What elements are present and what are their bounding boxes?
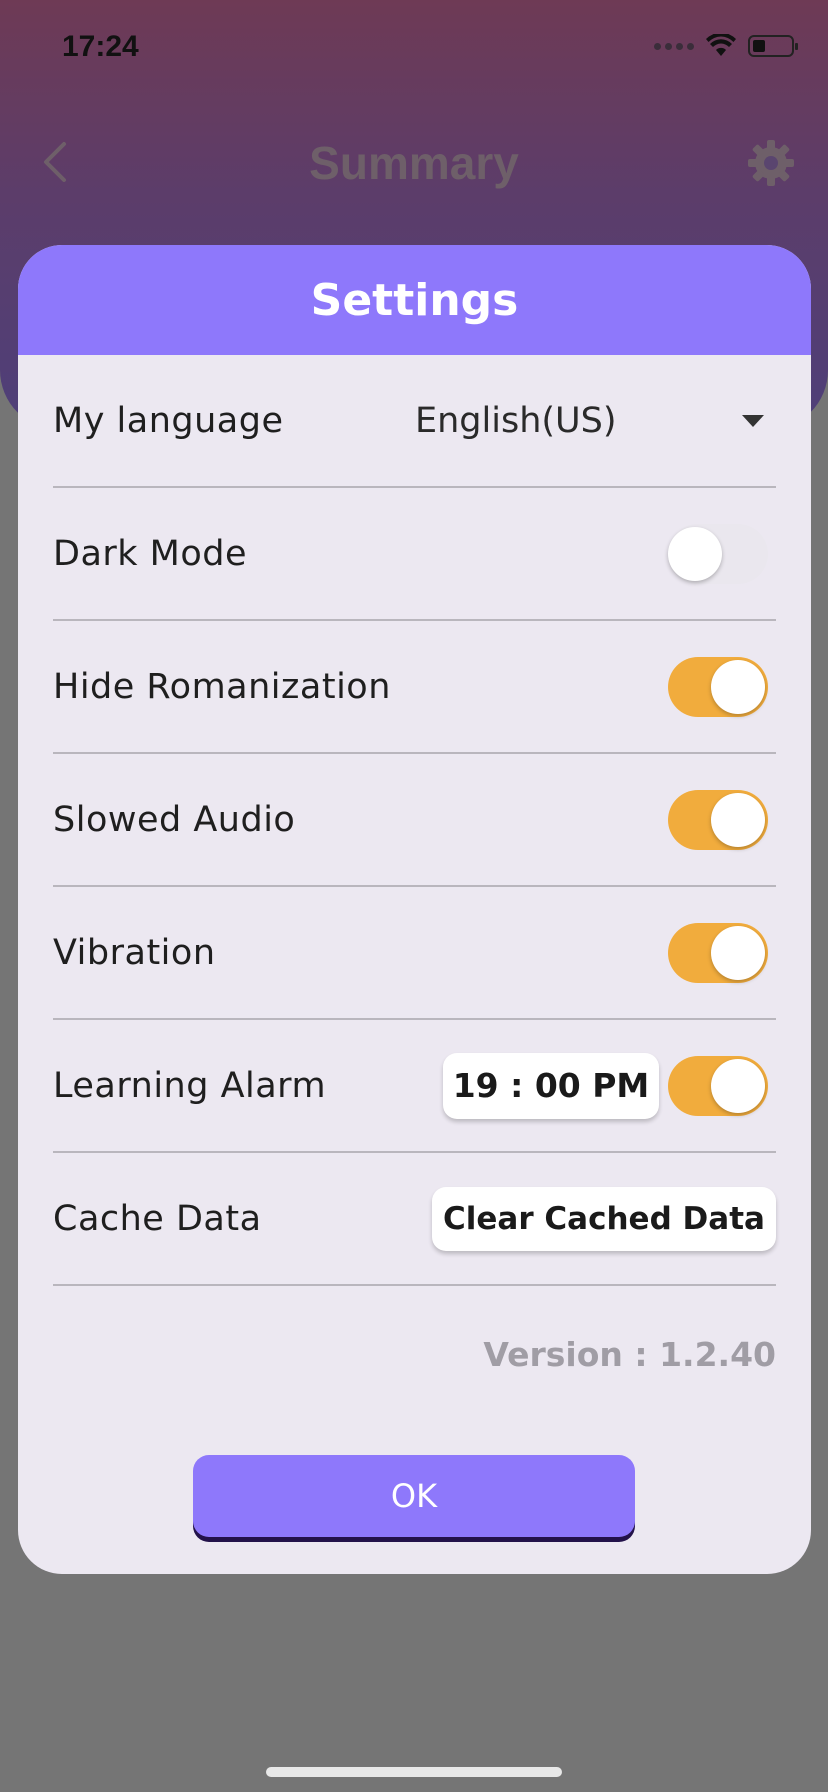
dark-mode-row: Dark Mode (53, 488, 776, 621)
hide-romanization-toggle[interactable] (668, 656, 768, 717)
toggle-knob (711, 792, 765, 847)
battery-icon (748, 35, 798, 57)
cache-data-label: Cache Data (53, 1198, 262, 1239)
learning-alarm-toggle[interactable] (668, 1055, 768, 1116)
ok-button[interactable]: OK (193, 1455, 635, 1537)
slowed-audio-label: Slowed Audio (53, 799, 296, 840)
signal-icon (654, 42, 694, 50)
settings-dialog: Settings My language English(US) Dark Mo… (18, 245, 811, 1574)
learning-alarm-label: Learning Alarm (53, 1065, 327, 1106)
dark-mode-toggle[interactable] (668, 523, 768, 584)
clear-cached-data-button[interactable]: Clear Cached Data (432, 1186, 776, 1251)
dialog-title: Settings (310, 274, 519, 326)
hide-romanization-row: Hide Romanization (53, 621, 776, 754)
slowed-audio-toggle[interactable] (668, 789, 768, 850)
toggle-knob (711, 659, 765, 714)
toggle-knob (711, 1058, 765, 1113)
settings-list: My language English(US) Dark Mode Hide R… (53, 355, 776, 1286)
status-icons (654, 34, 798, 58)
language-label: My language (53, 400, 284, 441)
vibration-row: Vibration (53, 887, 776, 1020)
home-indicator[interactable] (266, 1767, 562, 1777)
slowed-audio-row: Slowed Audio (53, 754, 776, 887)
page-title: Summary (309, 137, 519, 189)
language-select[interactable]: English(US) (415, 401, 617, 441)
version-text: Version : 1.2.40 (483, 1335, 776, 1374)
toggle-knob (668, 526, 722, 581)
vibration-label: Vibration (53, 932, 216, 973)
gear-icon[interactable] (746, 138, 796, 188)
dropdown-arrow-icon[interactable] (742, 414, 764, 427)
alarm-time-button[interactable]: 19 : 00 PM (443, 1052, 659, 1119)
cache-data-row: Cache Data Clear Cached Data (53, 1153, 776, 1286)
wifi-icon (706, 34, 736, 56)
language-row[interactable]: My language English(US) (53, 355, 776, 488)
status-time: 17:24 (62, 30, 139, 63)
learning-alarm-row: Learning Alarm 19 : 00 PM (53, 1020, 776, 1153)
toggle-knob (711, 925, 765, 980)
dark-mode-label: Dark Mode (53, 533, 248, 574)
hide-romanization-label: Hide Romanization (53, 666, 391, 707)
vibration-toggle[interactable] (668, 922, 768, 983)
dialog-header: Settings (18, 245, 811, 355)
